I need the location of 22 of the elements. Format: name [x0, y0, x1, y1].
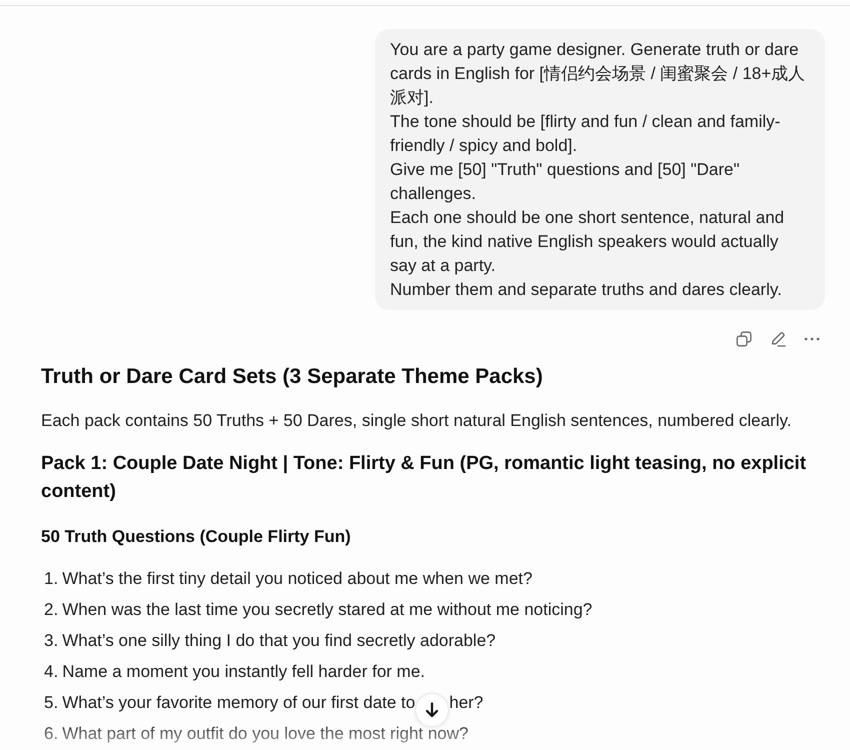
paragraph: Each pack contains 50 Truths + 50 Dares, single short natural English sentences, numbered clearly.	[41, 410, 792, 432]
subsection-heading: 50 Truth Questions (Couple Flirty Fun)	[41, 526, 352, 548]
list-number: 4.	[44, 661, 58, 683]
question-text: When was the last time you secretly stared at me without me noticing?	[62, 599, 592, 621]
arrow-down-icon	[425, 702, 440, 718]
copy-icon[interactable]	[736, 331, 752, 347]
scroll-down-button[interactable]	[415, 693, 450, 727]
list-number: 2.	[44, 599, 58, 621]
list-number: 1.	[44, 568, 58, 590]
pencil-icon[interactable]	[770, 331, 786, 347]
list-number: 3.	[44, 630, 58, 652]
list-number: 6.	[44, 723, 58, 745]
question-text: What’s the first tiny detail you noticed about me when we met?	[62, 568, 532, 590]
question-text: Name a moment you instantly fell harder for me.	[62, 661, 426, 683]
question-text: What part of my outfit do you love the most right now?	[62, 723, 468, 745]
response-title: Truth or Dare Card Sets (3 Separate Theme Packs)	[41, 364, 544, 390]
question-text: What’s one silly thing I do that you find secretly adorable?	[62, 630, 496, 652]
question-text: What’s your favorite memory of our first date to	[62, 692, 416, 714]
section-heading: Pack 1: Couple Date Night | Tone: Flirty & Fun (PG, romantic light teasing, no explicit content)	[41, 452, 808, 504]
question-text: her?	[449, 692, 484, 714]
user-message: You are a party game designer. Generate truth or dare cards in English for [情侣约会场景 / 闺蜜聚会 / 18+成人派对]. The tone should be [flirty and fun / clean and family-friendly / spicy and bold]. Give me [50] "Truth" questions and [50] "Dare" challenges. Each one should be one short sentence, natural and fun, the kind native English speakers would actually say at a party. Number them and separate truths and dares clearly.	[375, 29, 825, 310]
list-number: 5.	[44, 692, 58, 714]
